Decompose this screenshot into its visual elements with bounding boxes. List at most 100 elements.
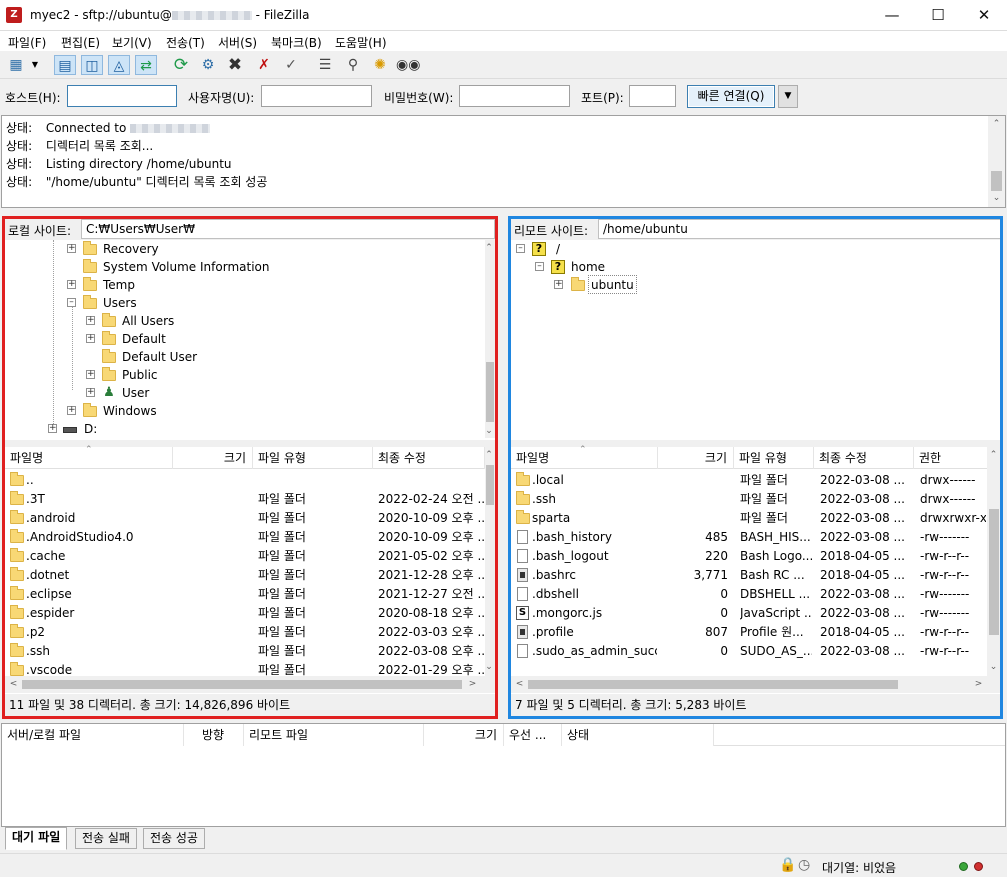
column-size[interactable]: 크기 — [658, 447, 734, 469]
column-direction[interactable]: 방향 — [184, 724, 244, 746]
scrollbar-thumb[interactable] — [528, 680, 898, 689]
menu-edit[interactable]: 편집(E) — [61, 34, 100, 51]
menu-bookmarks[interactable]: 북마크(B) — [271, 34, 322, 51]
table-row[interactable]: sparta 파일 폴더 2022-03-08 ... drwxrwxr-x — [511, 509, 987, 528]
column-permissions[interactable]: 권한 — [914, 447, 987, 469]
scroll-up-icon[interactable]: ⌃ — [482, 447, 496, 464]
table-row[interactable]: .espider 파일 폴더 2020-08-18 오후 ... — [5, 604, 485, 623]
local-tree-scrollbar[interactable]: ⌃ ⌄ — [485, 240, 495, 438]
scroll-down-icon[interactable]: ⌄ — [482, 659, 496, 676]
scroll-up-icon[interactable]: ⌃ — [988, 116, 1005, 133]
filter-icon[interactable]: ☰ — [314, 55, 336, 75]
tab-queued-files[interactable]: 대기 파일 — [5, 827, 68, 850]
file-type: Profile 원... — [740, 625, 804, 639]
toggle-local-tree-icon[interactable]: ◫ — [81, 55, 103, 75]
chevron-down-icon[interactable]: ▼ — [28, 55, 42, 75]
scrollbar-thumb[interactable] — [989, 509, 999, 635]
table-row[interactable]: .cache 파일 폴더 2021-05-02 오후 ... — [5, 547, 485, 566]
scroll-down-icon[interactable]: ⌄ — [482, 423, 496, 440]
column-remote-file[interactable]: 리모트 파일 — [244, 724, 424, 746]
column-modified[interactable]: 최종 수정 — [814, 447, 914, 469]
username-input[interactable] — [261, 85, 372, 107]
folder-icon — [83, 295, 97, 309]
table-row[interactable]: .sudo_as_admin_succ... 0 SUDO_AS_... 2022-0… — [511, 642, 987, 661]
process-queue-icon[interactable]: ⚙ — [197, 55, 219, 75]
table-row[interactable]: .local 파일 폴더 2022-03-08 ... drwx------ — [511, 471, 987, 490]
port-input[interactable] — [629, 85, 676, 107]
reconnect-icon[interactable]: ✓ — [280, 55, 302, 75]
close-icon[interactable]: ✕ — [961, 0, 1007, 31]
scroll-down-icon[interactable]: ⌄ — [986, 659, 1001, 676]
file-permissions: -rw-r--r-- — [920, 568, 970, 582]
scroll-left-icon[interactable]: < — [511, 676, 528, 693]
scroll-right-icon[interactable]: > — [464, 676, 481, 693]
sync-browse-icon[interactable]: ✺ — [369, 55, 391, 75]
tab-successful-transfers[interactable]: 전송 성공 — [143, 828, 205, 849]
scroll-up-icon[interactable]: ⌃ — [986, 447, 1001, 464]
scrollbar-thumb[interactable] — [991, 171, 1002, 191]
folder-icon — [83, 241, 97, 255]
table-row[interactable]: .3T 파일 폴더 2022-02-24 오전 ... — [5, 490, 485, 509]
remote-list-scrollbar[interactable]: ⌃ ⌄ — [987, 447, 1001, 677]
password-input[interactable] — [459, 85, 570, 107]
quickconnect-button[interactable]: 빠른 연결(Q) — [687, 85, 775, 108]
folder-icon — [83, 277, 97, 291]
local-hscrollbar[interactable]: < > — [5, 676, 495, 693]
column-modified[interactable]: 최종 수정 — [373, 447, 485, 469]
local-list-scrollbar[interactable]: ⌃ ⌄ — [485, 447, 495, 677]
table-row[interactable]: .bash_history 485 BASH_HIS... 2022-03-08 ..… — [511, 528, 987, 547]
table-row[interactable]: .eclipse 파일 폴더 2021-12-27 오전 ... — [5, 585, 485, 604]
search-icon[interactable]: ⚲ — [342, 55, 364, 75]
table-row[interactable]: S .mongorc.js 0 JavaScript ... 2022-03-08 ..… — [511, 604, 987, 623]
remote-path-input[interactable]: /home/ubuntu — [598, 219, 1001, 239]
speed-limit-icon[interactable]: ◷ — [798, 857, 810, 873]
maximize-icon[interactable]: ☐ — [915, 0, 961, 31]
menu-help[interactable]: 도움말(H) — [335, 34, 387, 51]
chevron-down-icon[interactable]: ▼ — [778, 85, 798, 108]
menu-file[interactable]: 파일(F) — [8, 34, 46, 51]
table-row[interactable]: .android 파일 폴더 2020-10-09 오후 ... — [5, 509, 485, 528]
table-row[interactable]: .AndroidStudio4.0 파일 폴더 2020-10-09 오후 ... — [5, 528, 485, 547]
site-manager-icon[interactable]: ▦ — [5, 55, 27, 75]
table-row[interactable]: .profile 807 Profile 원... 2018-04-05 ... -rw… — [511, 623, 987, 642]
column-priority[interactable]: 우선 ... — [504, 724, 562, 746]
find-files-icon[interactable]: ◉◉ — [396, 55, 420, 75]
menu-transfer[interactable]: 전송(T) — [166, 34, 205, 51]
scrollbar-thumb[interactable] — [22, 680, 462, 689]
table-row[interactable]: .. — [5, 471, 485, 490]
refresh-icon[interactable]: ⟳ — [170, 55, 192, 75]
column-server-local-file[interactable]: 서버/로컬 파일 — [2, 724, 184, 746]
disconnect-icon[interactable]: ✗ — [253, 55, 275, 75]
table-row[interactable]: .bash_logout 220 Bash Logo... 2018-04-05 ..… — [511, 547, 987, 566]
menu-server[interactable]: 서버(S) — [218, 34, 257, 51]
column-type[interactable]: 파일 유형 — [253, 447, 373, 469]
file-modified: 2020-10-09 오후 ... — [378, 511, 484, 525]
column-type[interactable]: 파일 유형 — [734, 447, 814, 469]
remote-hscrollbar[interactable]: < > — [511, 676, 1001, 693]
table-row[interactable]: .bashrc 3,771 Bash RC ... 2018-04-05 ... -rw… — [511, 566, 987, 585]
table-row[interactable]: .dbshell 0 DBSHELL ... 2022-03-08 ... -rw---… — [511, 585, 987, 604]
host-input[interactable] — [67, 85, 177, 107]
scroll-left-icon[interactable]: < — [5, 676, 22, 693]
log-scrollbar[interactable]: ⌃ ⌄ — [988, 116, 1005, 207]
toggle-remote-tree-icon[interactable]: ◬ — [108, 55, 130, 75]
cancel-icon[interactable]: ✖ — [224, 55, 246, 75]
minimize-icon[interactable]: — — [869, 0, 915, 31]
table-row[interactable]: .ssh 파일 폴더 2022-03-08 ... drwx------ — [511, 490, 987, 509]
scrollbar-thumb[interactable] — [486, 362, 494, 422]
local-path-input[interactable]: C:₩Users₩User₩ — [81, 219, 495, 239]
table-row[interactable]: .p2 파일 폴더 2022-03-03 오후 ... — [5, 623, 485, 642]
column-status[interactable]: 상태 — [562, 724, 714, 746]
tab-failed-transfers[interactable]: 전송 실패 — [75, 828, 137, 849]
menu-view[interactable]: 보기(V) — [112, 34, 152, 51]
column-size[interactable]: 크기 — [173, 447, 253, 469]
toggle-queue-icon[interactable]: ⇄ — [135, 55, 157, 75]
scrollbar-thumb[interactable] — [486, 465, 494, 505]
scroll-down-icon[interactable]: ⌄ — [988, 190, 1005, 207]
table-row[interactable]: .dotnet 파일 폴더 2021-12-28 오후 ... — [5, 566, 485, 585]
table-row[interactable]: .ssh 파일 폴더 2022-03-08 오후 ... — [5, 642, 485, 661]
scroll-right-icon[interactable]: > — [970, 676, 987, 693]
scroll-up-icon[interactable]: ⌃ — [482, 240, 496, 257]
column-size[interactable]: 크기 — [424, 724, 504, 746]
toggle-log-icon[interactable]: ▤ — [54, 55, 76, 75]
